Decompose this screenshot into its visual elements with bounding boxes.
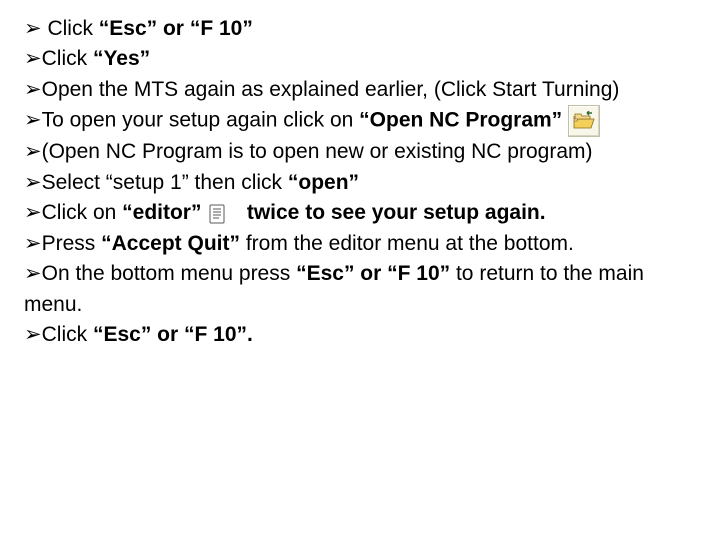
text: Open the MTS again as explained earlier,…: [42, 78, 620, 101]
text: from the editor menu at the bottom.: [240, 232, 574, 255]
text-bold: “open”: [288, 171, 359, 194]
text-bold: twice to see your setup again.: [247, 201, 546, 224]
list-item: ➢ Click “Esc” or “F 10”: [24, 14, 696, 44]
text-bold: “Esc” or “F 10”.: [93, 323, 253, 346]
list-item: ➢Click “Yes”: [24, 44, 696, 74]
list-item: ➢Select “setup 1” then click “open”: [24, 168, 696, 198]
text-bold: “editor”: [122, 201, 201, 224]
open-folder-icon: [568, 105, 600, 137]
bullet-icon: ➢: [24, 232, 42, 255]
bullet-icon: ➢: [24, 140, 42, 163]
text: Select “setup 1” then click: [42, 171, 288, 194]
text: Click: [42, 47, 93, 70]
text: On the bottom menu press: [42, 262, 296, 285]
text-bold: “Esc” or “F 10”: [99, 17, 253, 40]
list-item: ➢Press “Accept Quit” from the editor men…: [24, 229, 696, 259]
editor-icon: [209, 204, 227, 224]
text: [201, 201, 207, 224]
list-item: ➢On the bottom menu press “Esc” or “F 10…: [24, 259, 696, 320]
text-bold: “Yes”: [93, 47, 150, 70]
slide-body: ➢ Click “Esc” or “F 10” ➢Click “Yes” ➢Op…: [0, 0, 720, 350]
bullet-icon: ➢: [24, 262, 42, 285]
text: Click: [42, 323, 93, 346]
text: (Open NC Program is to open new or exist…: [42, 140, 593, 163]
bullet-icon: ➢: [24, 109, 42, 132]
bullet-icon: ➢: [24, 78, 42, 101]
bullet-icon: ➢: [24, 17, 42, 40]
text: Click: [42, 17, 99, 40]
list-item: ➢Click “Esc” or “F 10”.: [24, 320, 696, 350]
bullet-icon: ➢: [24, 323, 42, 346]
list-item: ➢Click on “editor” twice to see your set…: [24, 198, 696, 228]
bullet-icon: ➢: [24, 201, 42, 224]
list-item: ➢Open the MTS again as explained earlier…: [24, 75, 696, 105]
text-bold: “Esc” or “F 10”: [296, 262, 450, 285]
bullet-icon: ➢: [24, 171, 42, 194]
list-item: ➢(Open NC Program is to open new or exis…: [24, 137, 696, 167]
text-bold: “Open NC Program”: [359, 109, 562, 132]
text: To open your setup again click on: [42, 109, 360, 132]
text-bold: “Accept Quit”: [101, 232, 240, 255]
text: Click on: [42, 201, 123, 224]
bullet-icon: ➢: [24, 47, 42, 70]
text: Press: [42, 232, 102, 255]
list-item: ➢To open your setup again click on “Open…: [24, 105, 696, 137]
